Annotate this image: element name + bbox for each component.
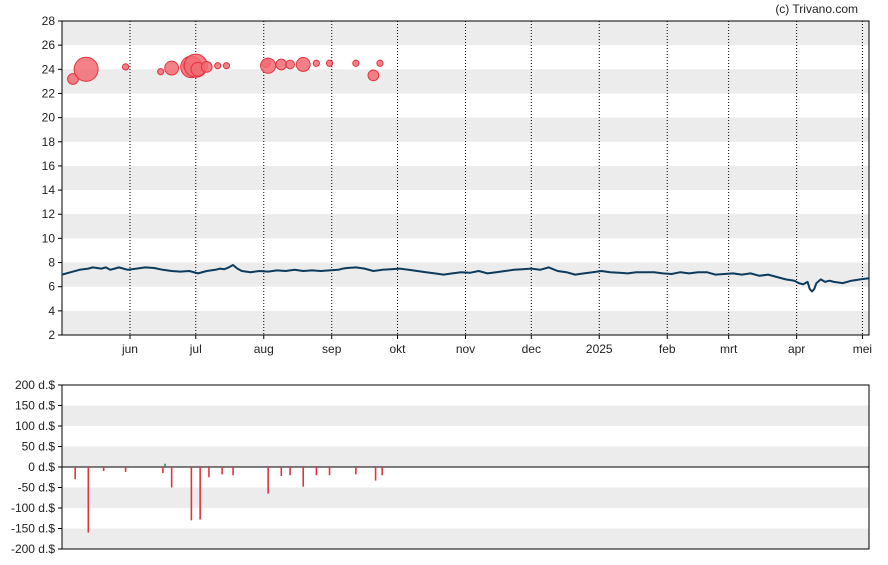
trade-bubble: [295, 57, 311, 72]
y-tick-label: -150 d.$: [11, 522, 55, 536]
grid-band: [62, 528, 869, 549]
x-tick-label: jul: [189, 342, 202, 356]
trade-bubble: [222, 62, 231, 70]
y-tick-label: 150 d.$: [15, 399, 55, 413]
trade-bubble: [325, 59, 334, 67]
x-tick-label: sep: [322, 342, 342, 356]
grid-band: [62, 487, 869, 508]
y-tick-label: -50 d.$: [18, 481, 56, 495]
trade-bubble: [157, 68, 165, 76]
y-tick-label: 28: [42, 14, 56, 28]
y-tick-label: 200 d.$: [15, 378, 55, 392]
x-tick-label: jun: [121, 342, 138, 356]
trade-bubble: [164, 60, 180, 76]
grid-band: [62, 446, 869, 467]
y-tick-label: -200 d.$: [11, 542, 55, 556]
trade-bubble: [275, 58, 288, 71]
grid-band: [62, 310, 869, 335]
grid-band: [62, 405, 869, 426]
y-tick-label: 18: [42, 135, 56, 149]
y-tick-label: 14: [42, 183, 56, 197]
y-tick-label: 50 d.$: [22, 440, 56, 454]
trade-bubble: [352, 59, 360, 67]
trade-bubble: [312, 59, 320, 67]
x-tick-label: okt: [390, 342, 407, 356]
trade-bubble: [367, 69, 380, 82]
trade-bubble: [73, 56, 99, 82]
y-tick-label: 100 d.$: [15, 419, 55, 433]
y-tick-label: 16: [42, 159, 56, 173]
trade-bubble: [376, 59, 384, 67]
trade-bubble: [121, 63, 130, 71]
chart-canvas: jun jul aug sep okt nov dec 2025 feb mrt apr mei246…: [11, 2, 872, 556]
x-tick-label: mei: [853, 342, 872, 356]
x-tick-label: apr: [788, 342, 805, 356]
trade-bubble: [285, 59, 295, 70]
y-tick-label: 10: [42, 231, 56, 245]
x-tick-label: 2025: [586, 342, 613, 356]
y-tick-label: 4: [48, 304, 55, 318]
x-tick-label: dec: [522, 342, 541, 356]
x-tick-label: mrt: [720, 342, 738, 356]
price-chart: jun jul aug sep okt nov dec 2025 feb mrt apr mei246…: [42, 14, 872, 356]
trade-bubble: [214, 62, 222, 70]
credit-text: (c) Trivano.com: [775, 2, 858, 16]
y-tick-label: 12: [42, 207, 56, 221]
y-tick-label: 24: [42, 62, 56, 76]
y-tick-label: 2: [48, 328, 55, 342]
x-tick-label: feb: [659, 342, 676, 356]
insider-trades-chart: -200 d.$ -150 d.$ -100 d.$ -50 d.$ 0 d.$ 50 d…: [11, 378, 870, 556]
trade-bubble: [260, 57, 277, 74]
y-tick-label: 0 d.$: [28, 460, 55, 474]
y-tick-label: 6: [48, 280, 55, 294]
trade-bubble: [200, 61, 213, 73]
x-tick-label: aug: [254, 342, 274, 356]
y-tick-label: 20: [42, 111, 56, 125]
y-tick-label: 22: [42, 86, 56, 100]
y-tick-label: -100 d.$: [11, 501, 55, 515]
y-tick-label: 26: [42, 38, 56, 52]
x-tick-label: nov: [456, 342, 475, 356]
y-tick-label: 8: [48, 256, 55, 270]
